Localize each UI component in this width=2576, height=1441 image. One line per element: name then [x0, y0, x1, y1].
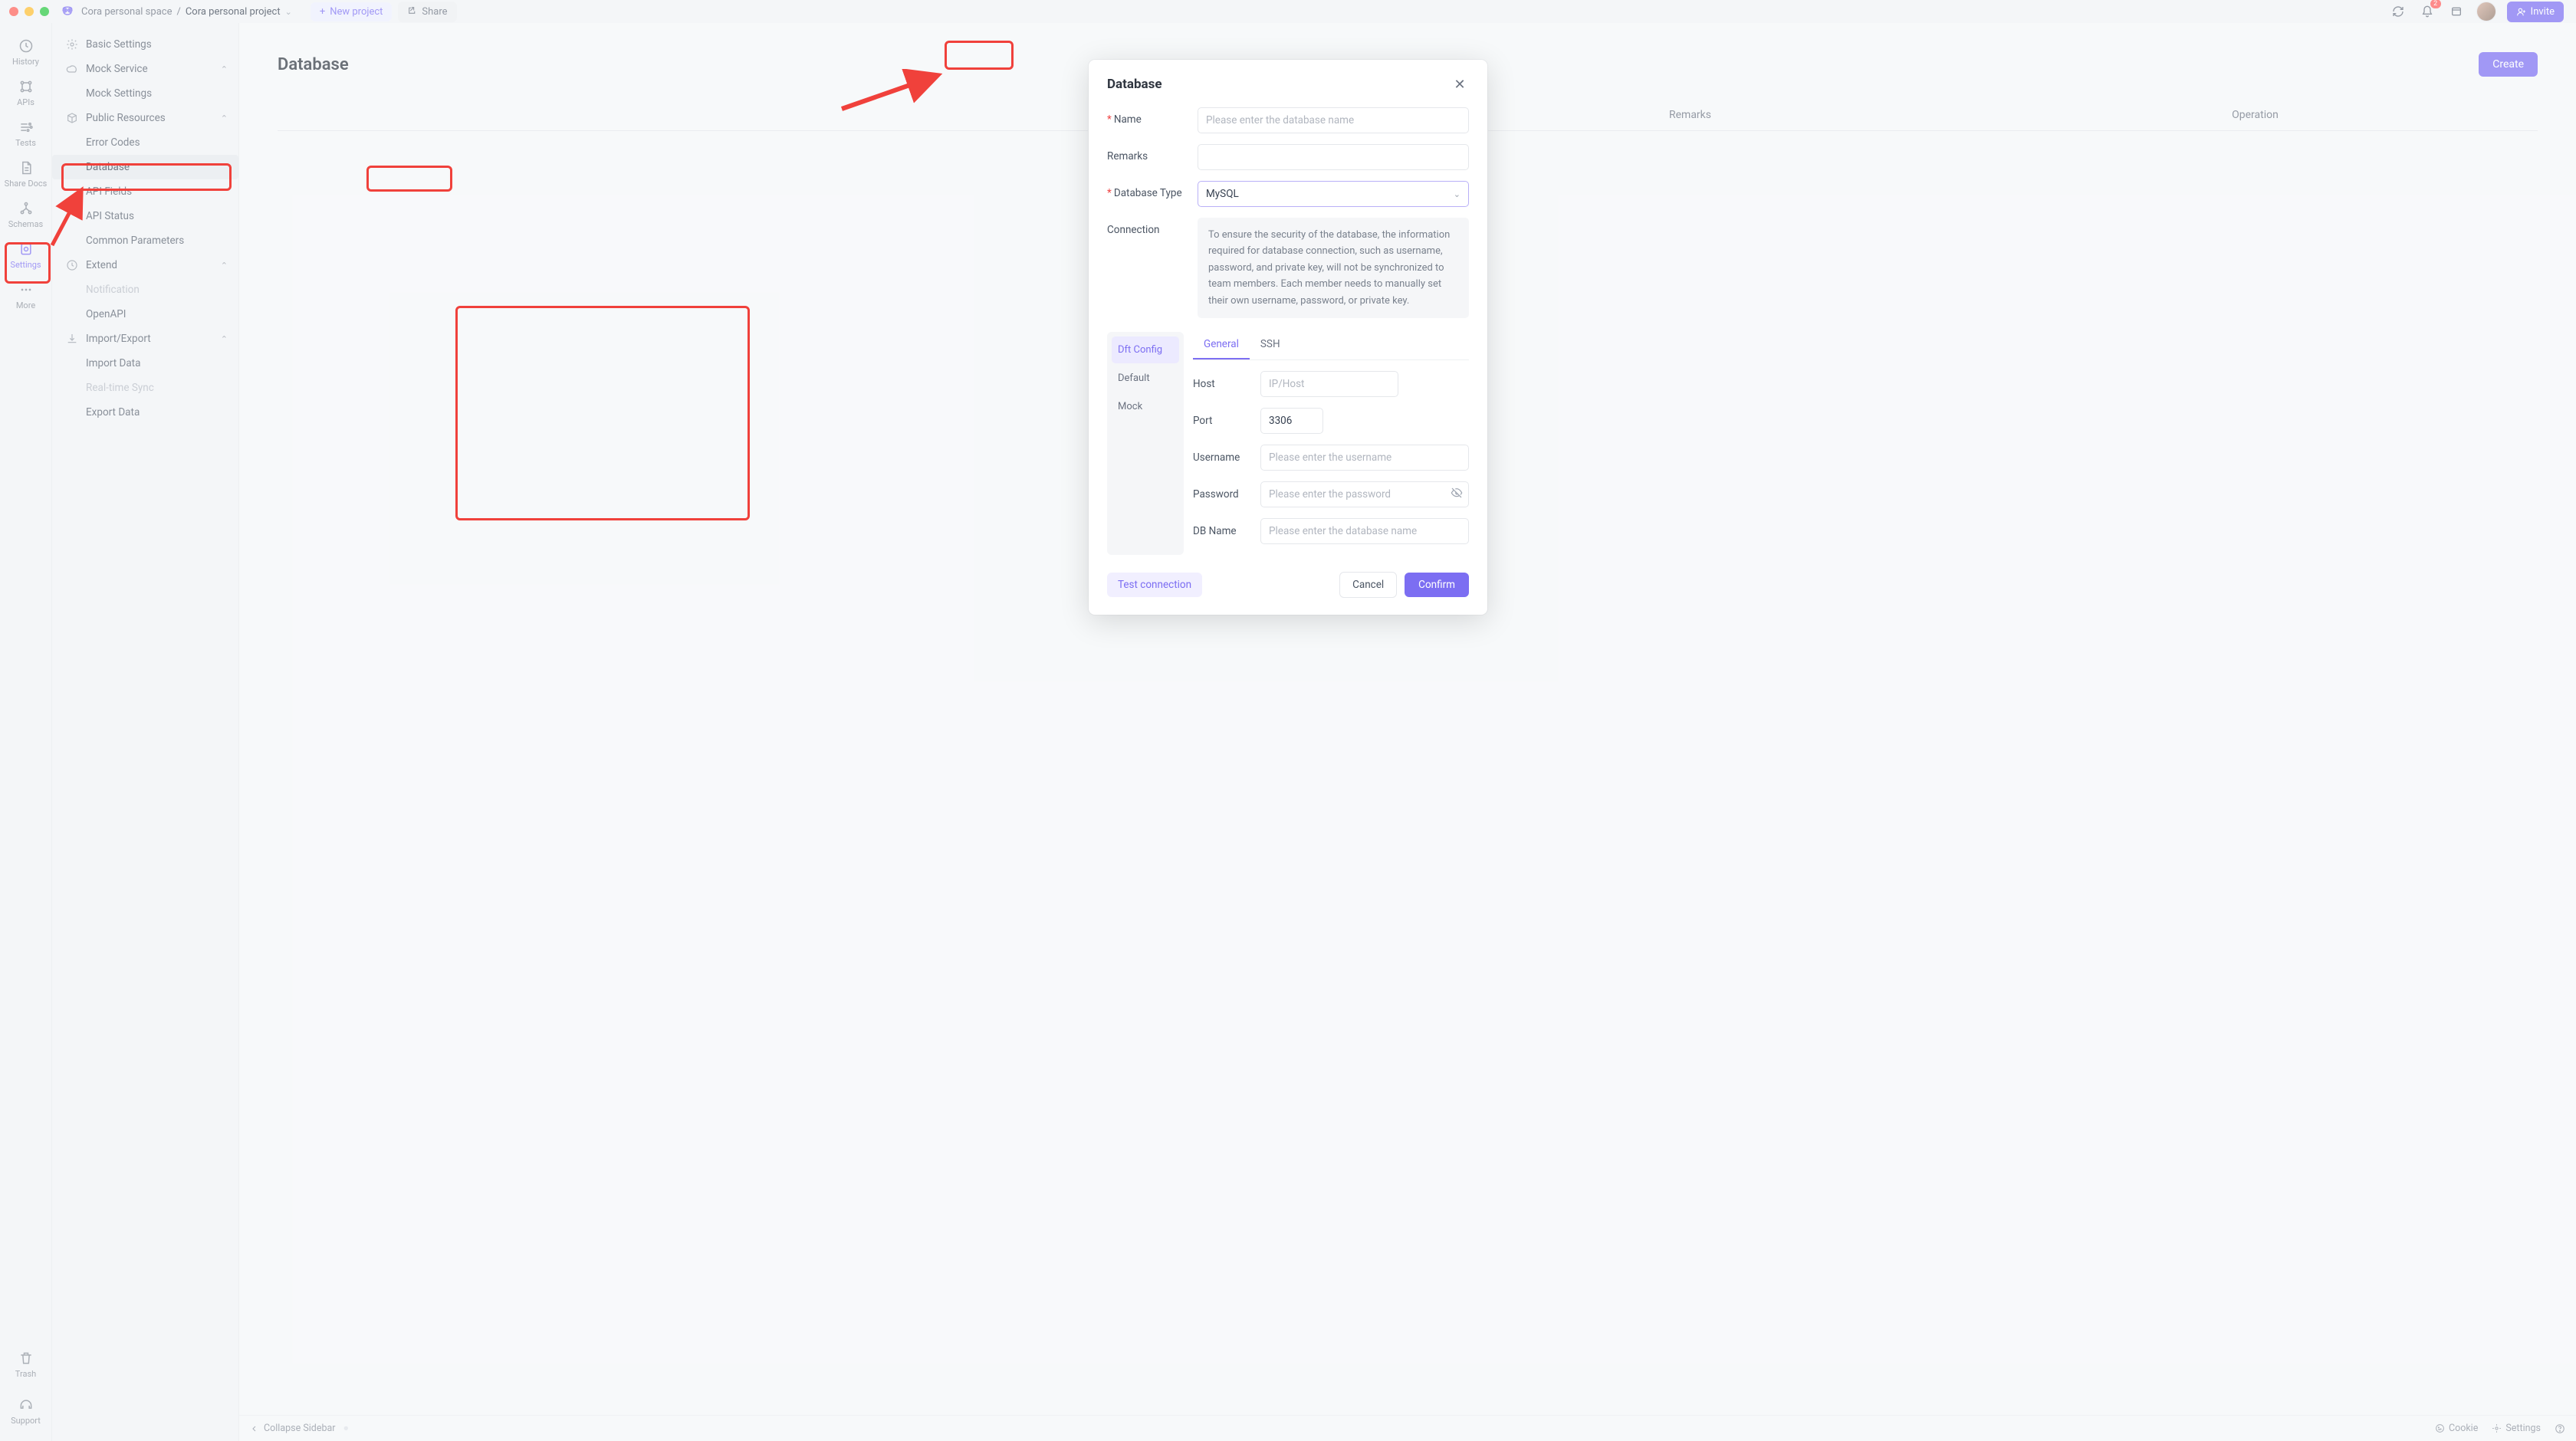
- name-input[interactable]: [1198, 107, 1469, 133]
- port-label: Port: [1193, 415, 1260, 427]
- database-modal: Database ✕ *Name Remarks *Database Type …: [1089, 60, 1487, 615]
- config-tab-dft[interactable]: Dft Config: [1112, 336, 1179, 363]
- password-input[interactable]: [1260, 481, 1469, 507]
- eye-slash-icon[interactable]: [1451, 487, 1463, 502]
- dbtype-select[interactable]: MySQL ⌄: [1198, 181, 1469, 207]
- config-tab-mock[interactable]: Mock: [1112, 393, 1179, 420]
- connection-label: Connection: [1107, 224, 1159, 236]
- name-label: Name: [1114, 113, 1142, 126]
- config-tab-default[interactable]: Default: [1112, 365, 1179, 392]
- host-label: Host: [1193, 378, 1260, 390]
- host-input[interactable]: [1260, 371, 1398, 397]
- port-input[interactable]: [1260, 408, 1323, 434]
- config-tabs: Dft Config Default Mock: [1107, 332, 1184, 555]
- subtab-ssh[interactable]: SSH: [1250, 332, 1291, 359]
- test-connection-button[interactable]: Test connection: [1107, 573, 1202, 597]
- connection-subtabs: General SSH: [1193, 332, 1469, 360]
- connection-note: To ensure the security of the database, …: [1198, 218, 1469, 318]
- modal-overlay: Database ✕ *Name Remarks *Database Type …: [0, 0, 2576, 1441]
- close-icon[interactable]: ✕: [1451, 75, 1469, 94]
- confirm-button[interactable]: Confirm: [1405, 573, 1469, 597]
- dbname-label: DB Name: [1193, 525, 1260, 537]
- username-label: Username: [1193, 451, 1260, 464]
- dbtype-label: Database Type: [1114, 187, 1182, 199]
- modal-title: Database: [1107, 77, 1162, 92]
- remarks-label: Remarks: [1107, 150, 1148, 162]
- dbname-input[interactable]: [1260, 518, 1469, 544]
- chevron-down-icon: ⌄: [1454, 189, 1460, 199]
- username-input[interactable]: [1260, 445, 1469, 471]
- dbtype-value: MySQL: [1206, 188, 1239, 200]
- subtab-general[interactable]: General: [1193, 332, 1250, 359]
- cancel-button[interactable]: Cancel: [1339, 572, 1397, 598]
- remarks-input[interactable]: [1198, 144, 1469, 170]
- password-label: Password: [1193, 488, 1260, 501]
